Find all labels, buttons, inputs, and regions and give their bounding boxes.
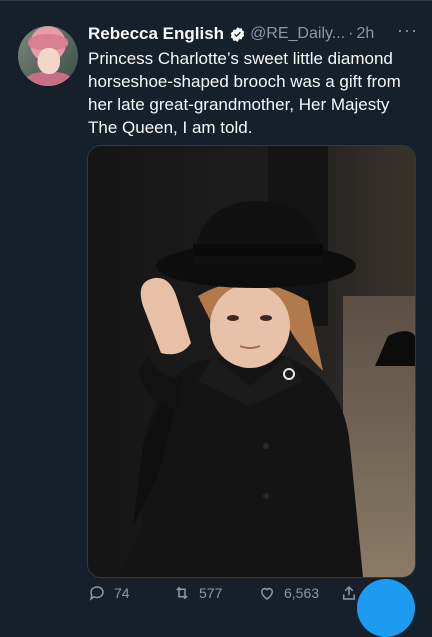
like-count: 6,563 xyxy=(284,585,320,601)
reply-button[interactable]: 74 xyxy=(88,584,130,602)
retweet-count: 577 xyxy=(199,585,223,601)
photo-illustration xyxy=(88,146,415,577)
author-avatar[interactable] xyxy=(18,26,78,86)
verified-badge-icon xyxy=(230,26,245,42)
reply-icon xyxy=(89,586,104,601)
heart-icon xyxy=(260,587,274,600)
header-separator: · xyxy=(348,25,354,42)
retweet-button[interactable]: 577 xyxy=(173,584,222,602)
tweet-timestamp[interactable]: 2h xyxy=(356,25,374,43)
retweet-icon xyxy=(176,586,188,600)
avatar-coat-shape xyxy=(26,72,72,86)
more-options-icon[interactable]: ··· xyxy=(397,20,418,41)
author-handle[interactable]: @RE_Daily... xyxy=(250,25,345,43)
top-divider xyxy=(0,0,432,1)
tweet-body: Princess Charlotte’s sweet little diamon… xyxy=(88,49,401,137)
like-button[interactable]: 6,563 xyxy=(258,584,319,602)
share-button[interactable] xyxy=(340,584,358,602)
avatar-face-shape xyxy=(38,48,60,74)
reply-count: 74 xyxy=(114,585,130,601)
tweet-header: Rebecca English @RE_Daily... · 2h xyxy=(88,22,424,46)
tweet-photo[interactable] xyxy=(87,145,416,578)
author-name[interactable]: Rebecca English xyxy=(88,24,224,44)
compose-tweet-button[interactable] xyxy=(357,579,415,637)
share-icon xyxy=(343,585,355,600)
